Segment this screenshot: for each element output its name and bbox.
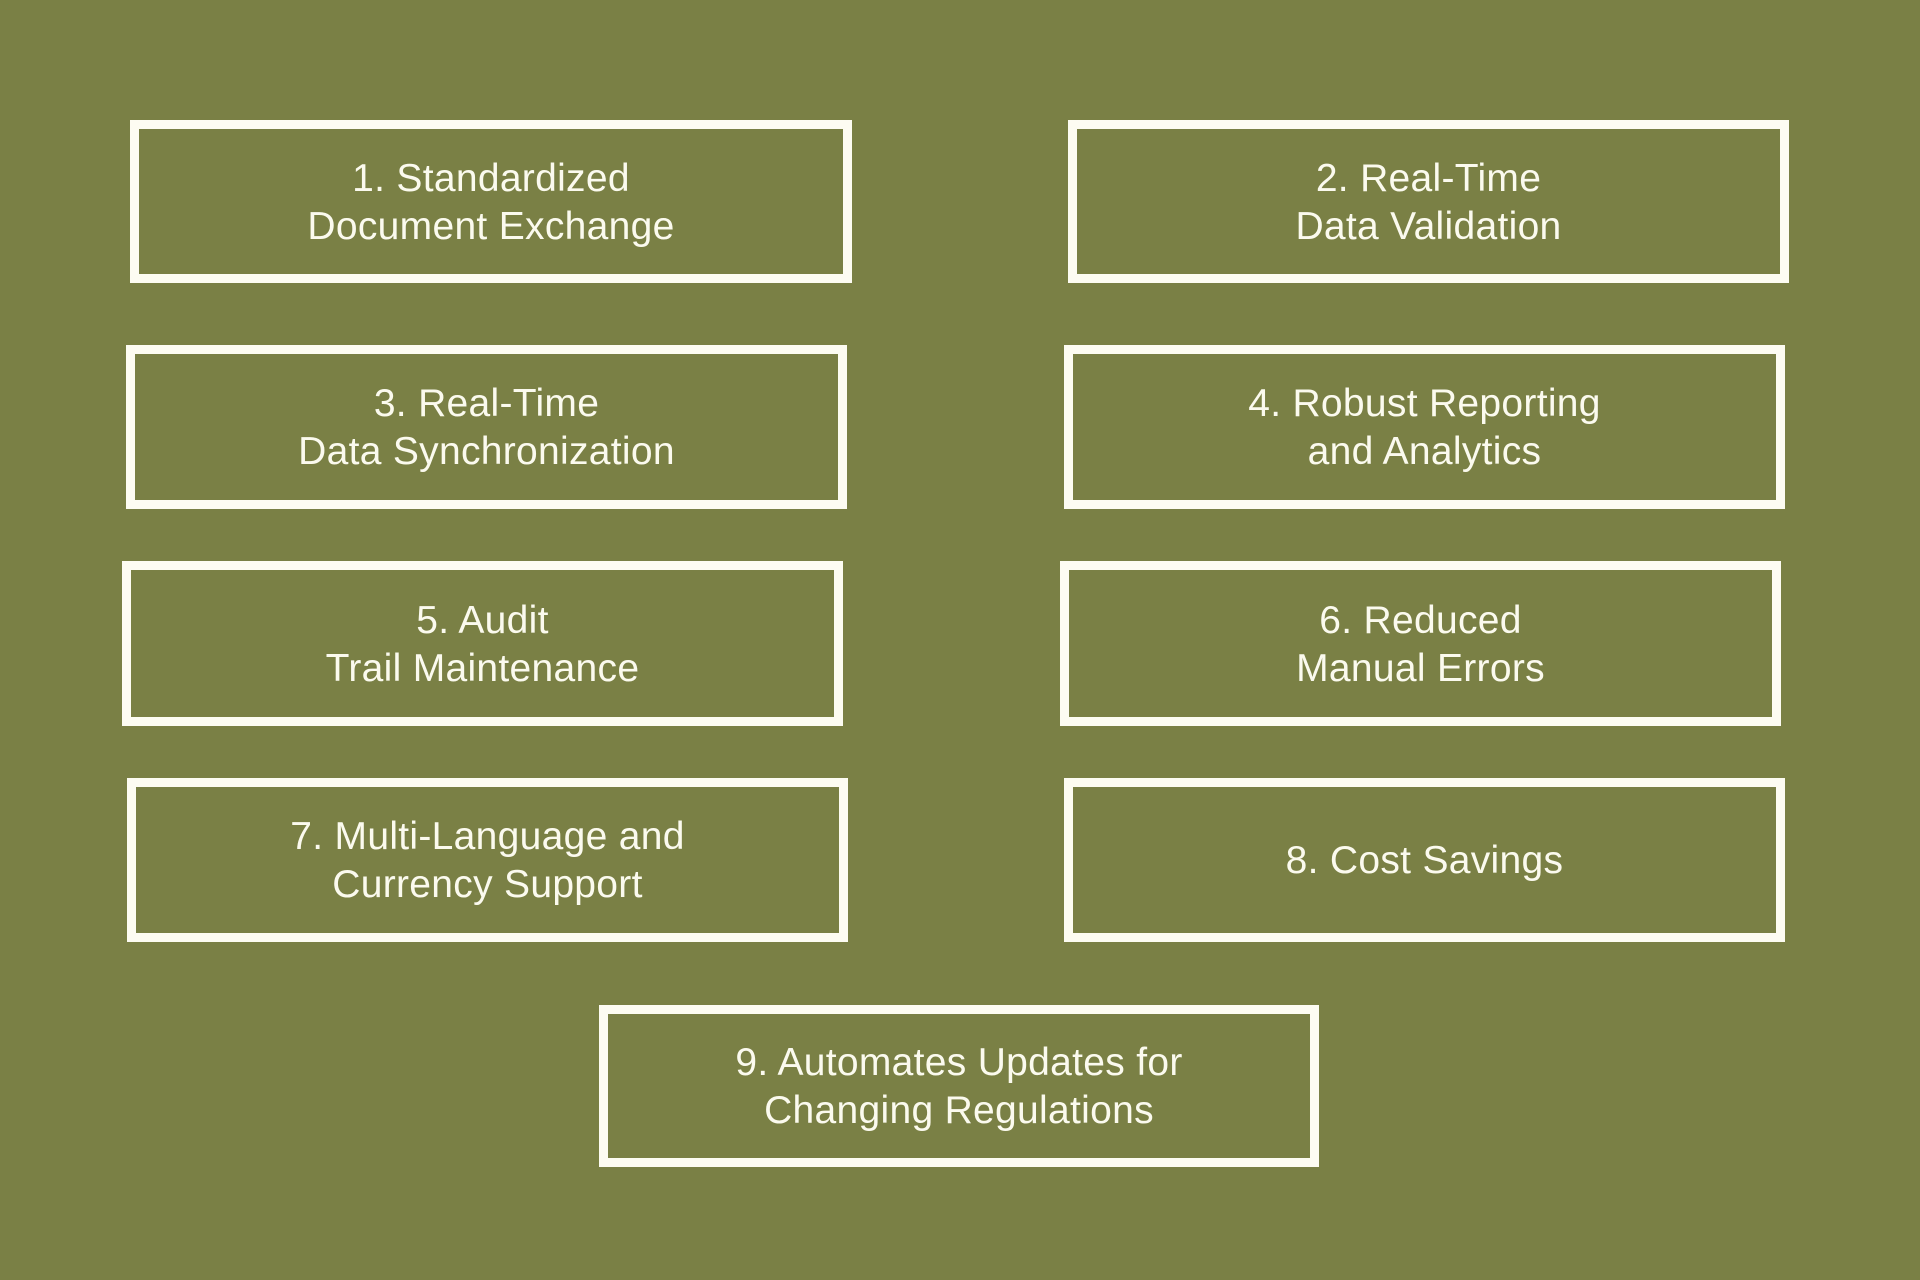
feature-label: 3. Real-Time Data Synchronization — [298, 382, 675, 473]
feature-box-reduced-manual-errors: 6. Reduced Manual Errors — [1060, 561, 1781, 726]
feature-box-audit-trail-maintenance: 5. Audit Trail Maintenance — [122, 561, 843, 726]
feature-label: 7. Multi-Language and Currency Support — [290, 815, 685, 906]
feature-label: 8. Cost Savings — [1285, 839, 1564, 882]
feature-label: 6. Reduced Manual Errors — [1296, 598, 1545, 690]
feature-box-cost-savings: 8. Cost Savings — [1064, 778, 1785, 942]
feature-box-real-time-data-synchronization: 3. Real-Time Data Synchronization — [126, 345, 847, 509]
feature-box-multi-language-currency-support: 7. Multi-Language and Currency Support — [127, 778, 848, 942]
feature-label: 2. Real-Time Data Validation — [1295, 156, 1562, 248]
feature-label: 4. Robust Reporting and Analytics — [1248, 382, 1601, 473]
feature-label: 1. Standardized Document Exchange — [307, 156, 675, 248]
feature-box-robust-reporting-analytics: 4. Robust Reporting and Analytics — [1064, 345, 1785, 509]
feature-box-real-time-data-validation: 2. Real-Time Data Validation — [1068, 120, 1789, 283]
feature-box-automates-regulation-updates: 9. Automates Updates for Changing Regula… — [599, 1005, 1319, 1167]
feature-label: 9. Automates Updates for Changing Regula… — [735, 1041, 1183, 1132]
diagram-canvas: { "colors": { "background": "#7a8045", "… — [0, 0, 1920, 1280]
feature-label: 5. Audit Trail Maintenance — [325, 598, 640, 690]
feature-box-standardized-document-exchange: 1. Standardized Document Exchange — [130, 120, 852, 283]
